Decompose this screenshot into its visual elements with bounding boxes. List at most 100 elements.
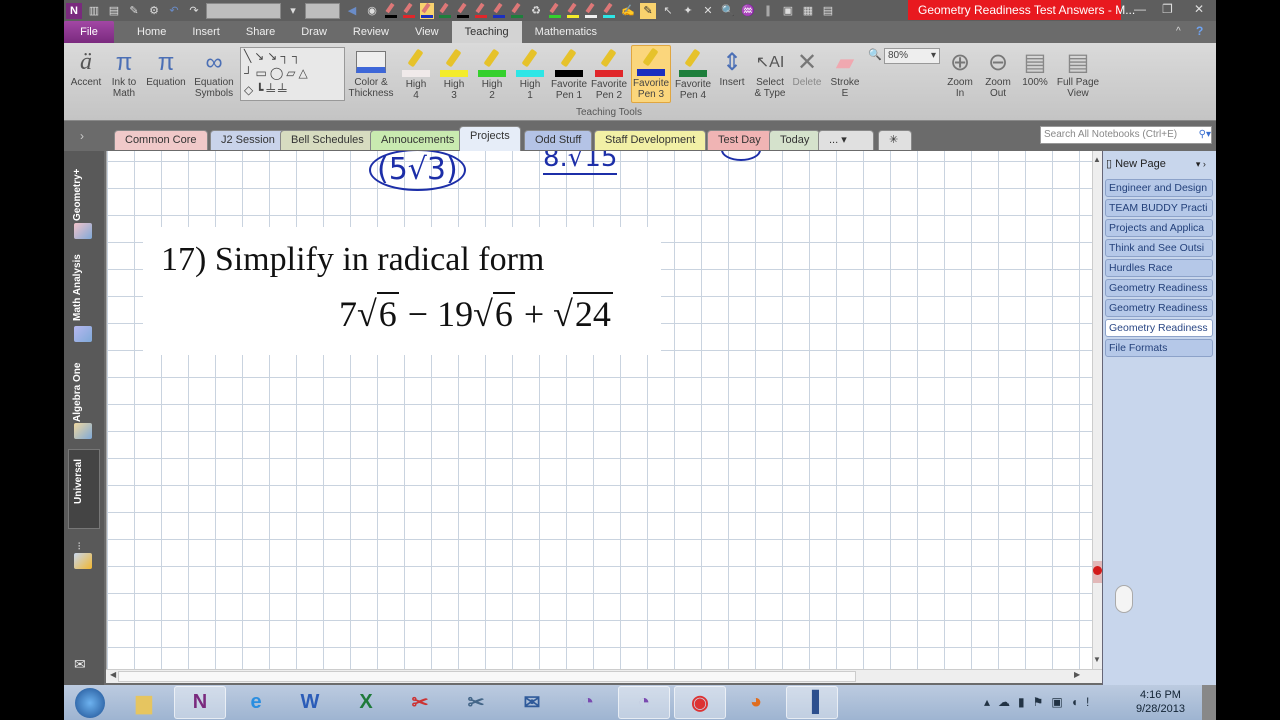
page-item-selected[interactable]: Geometry Readiness <box>1105 319 1213 337</box>
system-tray[interactable]: ▴☁▮⚑▣◖! <box>984 695 1097 709</box>
tab-mathematics[interactable]: Mathematics <box>522 21 610 43</box>
taskbar-thunderbird[interactable]: ✉ <box>506 686 558 719</box>
delete-button[interactable]: ✕ Delete <box>790 47 824 88</box>
page-item[interactable]: Engineer and Design <box>1105 179 1213 197</box>
full-page-view-button[interactable]: ▤ Full Page View <box>1056 47 1100 99</box>
redo-icon[interactable]: ↷ <box>186 3 202 19</box>
undo-icon[interactable]: ↶ <box>166 3 182 19</box>
table-icon[interactable]: ▦ <box>800 3 816 19</box>
favorite-pen-2-button[interactable]: Favorite Pen 2 <box>590 47 628 101</box>
taskbar-word[interactable]: W <box>284 686 336 719</box>
vertical-scroll-thumb[interactable] <box>1093 561 1102 583</box>
tab-teaching[interactable]: Teaching <box>451 21 522 43</box>
highlighter-green-icon[interactable] <box>548 3 562 19</box>
search-tool-icon[interactable]: 🔍 <box>720 3 736 19</box>
page-item[interactable]: Think and See Outsi <box>1105 239 1213 257</box>
section-tab-today[interactable]: Today <box>769 130 821 150</box>
close-icon[interactable]: ✕ <box>1194 2 1204 16</box>
favorite-pen-1-button[interactable]: Favorite Pen 1 <box>550 47 588 101</box>
pen-green-icon[interactable] <box>438 3 452 19</box>
equation-symbols-button[interactable]: ∞ Equation Symbols <box>190 47 238 99</box>
page-item[interactable]: File Formats <box>1105 339 1213 357</box>
section-tab-odd-stuff[interactable]: Odd Stuff <box>524 130 593 150</box>
taskbar-ie[interactable]: e <box>230 686 282 719</box>
select-type-button[interactable]: ↖AI Select & Type <box>752 47 788 99</box>
taskbar-scissors[interactable]: ✂ <box>450 686 502 719</box>
highlighter-cyan-icon[interactable] <box>602 3 616 19</box>
color-thickness-button[interactable]: Color & Thickness <box>348 47 394 99</box>
tab-view[interactable]: View <box>402 21 452 43</box>
scroll-right-icon[interactable]: ▶ <box>1074 670 1080 679</box>
taskbar-chrome[interactable]: ◉ <box>674 686 726 719</box>
start-button[interactable] <box>64 686 116 719</box>
format-icon[interactable]: ▤ <box>820 3 836 19</box>
sparkle-icon[interactable]: ✦ <box>680 3 696 19</box>
back-icon[interactable]: ◀ <box>344 3 360 19</box>
ink-icon[interactable]: ✍ <box>620 3 636 19</box>
tab-review[interactable]: Review <box>340 21 402 43</box>
tools-icon[interactable]: ✎ <box>126 3 142 19</box>
section-tab-bell-schedules[interactable]: Bell Schedules <box>280 130 375 150</box>
pen-red-icon[interactable] <box>402 3 416 19</box>
notebook-universal-selected[interactable]: Universal <box>68 449 100 529</box>
taskbar-video[interactable]: ▐ <box>786 686 838 719</box>
section-tab-staff-development[interactable]: Staff Development <box>594 130 707 150</box>
unfiled-notes-label[interactable]: ... <box>72 536 96 550</box>
pen-blue-icon[interactable] <box>420 2 434 19</box>
scroll-left-icon[interactable]: ◀ <box>110 670 116 679</box>
size-icon[interactable]: ▾ <box>285 3 301 19</box>
taskbar-gauge[interactable]: ◔ <box>562 686 614 719</box>
close-x-icon[interactable]: ✕ <box>700 3 716 19</box>
highlighter-3-button[interactable]: High 3 <box>436 47 472 101</box>
favorite-pen-3-button[interactable]: Favorite Pen 3 <box>631 45 671 103</box>
highlighter-yellow-icon[interactable] <box>566 3 580 19</box>
taskbar-gauge-2[interactable]: ◔ <box>618 686 670 719</box>
horizontal-scroll-thumb[interactable] <box>118 671 856 682</box>
thickness-icon[interactable]: ∥ <box>760 3 776 19</box>
sync-icon[interactable]: ⚙ <box>146 3 162 19</box>
show-desktop-button[interactable] <box>1202 685 1216 720</box>
favorite-pen-4-button[interactable]: Favorite Pen 4 <box>673 47 713 101</box>
tab-draw[interactable]: Draw <box>288 21 340 43</box>
highlighter-2-button[interactable]: High 2 <box>474 47 510 101</box>
pen-red2-icon[interactable] <box>474 3 488 19</box>
search-notebooks-input[interactable]: Search All Notebooks (Ctrl+E) ⚲▾ <box>1040 126 1212 144</box>
note-canvas[interactable]: (5√3) 8.√15 17) Simplify in radical form… <box>106 151 1092 669</box>
notebook-math-analysis[interactable]: Math Analysis <box>72 251 96 321</box>
size-combo[interactable] <box>305 2 340 19</box>
cursor-icon[interactable]: ↖ <box>660 3 676 19</box>
zoom-out-button[interactable]: ⊖ Zoom Out <box>982 47 1014 99</box>
taskbar-excel[interactable]: X <box>340 686 392 719</box>
section-tab-j2-session[interactable]: J2 Session <box>210 130 286 150</box>
color-icon[interactable]: ♒ <box>740 3 756 19</box>
notebook-geometry[interactable]: Geometry+ <box>72 159 96 221</box>
shapes-gallery[interactable]: ╲↘↘┐┐ ┘▭◯▱△ ◇┗╧╧ <box>240 47 345 101</box>
taskbar-explorer[interactable]: ▆ <box>118 686 170 719</box>
clock[interactable]: 4:16 PM 9/28/2013 <box>1136 688 1185 716</box>
section-tab-projects[interactable]: Projects <box>459 126 521 151</box>
tab-share[interactable]: Share <box>233 21 288 43</box>
pen-black2-icon[interactable] <box>456 3 470 19</box>
vertical-scrollbar[interactable]: ▲ ▼ <box>1092 151 1102 669</box>
page-item[interactable]: Geometry Readiness <box>1105 279 1213 297</box>
section-tab-test-day[interactable]: Test Day <box>707 130 772 150</box>
page-item[interactable]: Hurdles Race <box>1105 259 1213 277</box>
page-item[interactable]: TEAM BUDDY Practi <box>1105 199 1213 217</box>
font-combo[interactable] <box>206 2 281 19</box>
page-icon[interactable]: ▤ <box>106 3 122 19</box>
page-item[interactable]: Geometry Readiness <box>1105 299 1213 317</box>
zoom-in-button[interactable]: ⊕ Zoom In <box>944 47 976 99</box>
new-section-tab[interactable]: ✳ <box>878 130 912 150</box>
more-sections-tab[interactable]: ... ▾ <box>818 130 874 150</box>
dock-icon[interactable]: ▥ <box>86 3 102 19</box>
section-tab-common-core[interactable]: Common Core <box>114 130 208 150</box>
tab-insert[interactable]: Insert <box>179 21 233 43</box>
section-tab-annoucements[interactable]: Annoucements <box>370 130 466 150</box>
minimize-icon[interactable]: — <box>1134 2 1146 16</box>
zoom-100-button[interactable]: ▤ 100% <box>1018 47 1052 88</box>
zoom-combo[interactable]: 80% ▾ <box>884 48 940 64</box>
tab-file[interactable]: File <box>64 21 114 43</box>
stroke-eraser-button[interactable]: ▰ Stroke E <box>826 47 864 99</box>
highlighter-4-button[interactable]: High 4 <box>398 47 434 101</box>
pen-green2-icon[interactable] <box>510 3 524 19</box>
